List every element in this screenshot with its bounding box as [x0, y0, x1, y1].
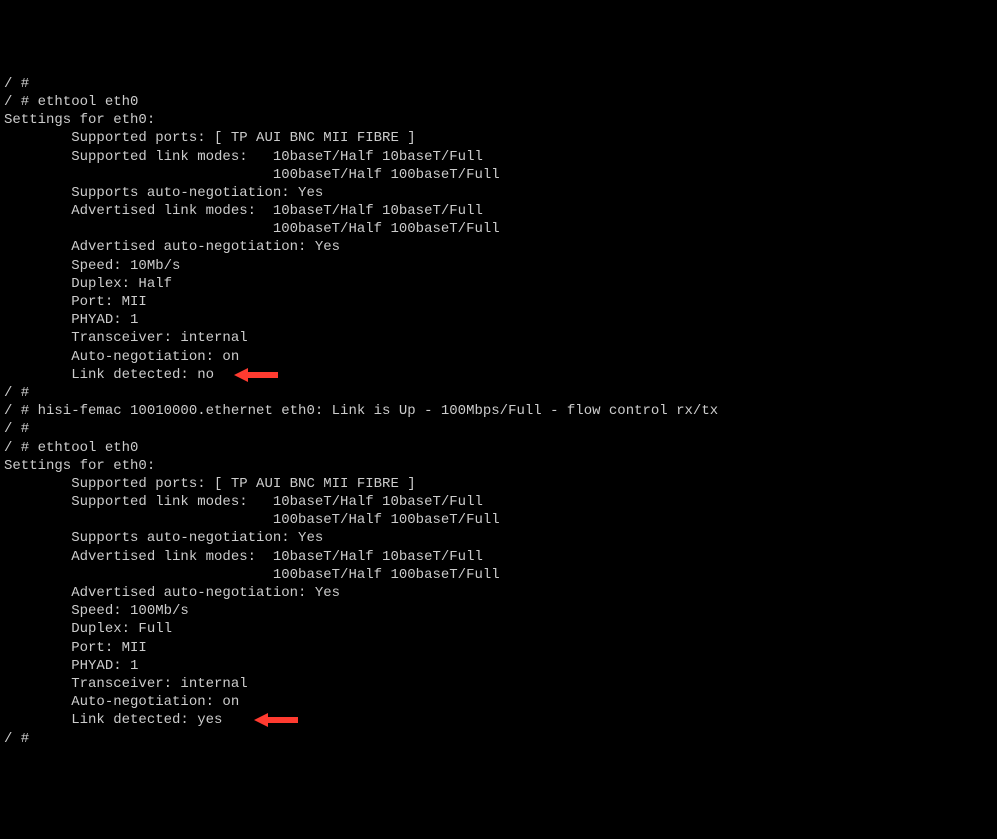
terminal-line: PHYAD: 1: [4, 311, 993, 329]
terminal-line: Transceiver: internal: [4, 675, 993, 693]
terminal-line: Settings for eth0:: [4, 457, 993, 475]
terminal-line: Link detected: no: [4, 366, 993, 384]
terminal-line: Advertised auto-negotiation: Yes: [4, 238, 993, 256]
terminal-line: / # ethtool eth0: [4, 439, 993, 457]
terminal-line: Supported link modes: 10baseT/Half 10bas…: [4, 493, 993, 511]
terminal-line: / #: [4, 75, 993, 93]
terminal-line: / #: [4, 420, 993, 438]
terminal-line: Supports auto-negotiation: Yes: [4, 184, 993, 202]
terminal-line: Supported ports: [ TP AUI BNC MII FIBRE …: [4, 475, 993, 493]
terminal-line: Transceiver: internal: [4, 329, 993, 347]
terminal-line: Auto-negotiation: on: [4, 348, 993, 366]
terminal-line: Port: MII: [4, 639, 993, 657]
terminal-line: PHYAD: 1: [4, 657, 993, 675]
terminal-line: Supported link modes: 10baseT/Half 10bas…: [4, 148, 993, 166]
terminal-line: / #: [4, 384, 993, 402]
terminal-line: Link detected: yes: [4, 711, 993, 729]
arrow-annotation-icon: [234, 368, 278, 382]
terminal-line: / # ethtool eth0: [4, 93, 993, 111]
terminal-line: Auto-negotiation: on: [4, 693, 993, 711]
terminal-line: Advertised link modes: 10baseT/Half 10ba…: [4, 202, 993, 220]
terminal-line: Advertised auto-negotiation: Yes: [4, 584, 993, 602]
terminal-line: / #: [4, 730, 993, 748]
terminal-output: / #/ # ethtool eth0Settings for eth0: Su…: [4, 75, 993, 748]
terminal-line: 100baseT/Half 100baseT/Full: [4, 566, 993, 584]
terminal-line: Advertised link modes: 10baseT/Half 10ba…: [4, 548, 993, 566]
terminal-line: Port: MII: [4, 293, 993, 311]
terminal-line: Duplex: Full: [4, 620, 993, 638]
terminal-line: 100baseT/Half 100baseT/Full: [4, 511, 993, 529]
terminal-line: / # hisi-femac 10010000.ethernet eth0: L…: [4, 402, 993, 420]
terminal-line: Duplex: Half: [4, 275, 993, 293]
terminal-line: 100baseT/Half 100baseT/Full: [4, 166, 993, 184]
terminal-line: Speed: 10Mb/s: [4, 257, 993, 275]
terminal-line: Supports auto-negotiation: Yes: [4, 529, 993, 547]
terminal-line: Speed: 100Mb/s: [4, 602, 993, 620]
terminal-line: 100baseT/Half 100baseT/Full: [4, 220, 993, 238]
terminal-line: Settings for eth0:: [4, 111, 993, 129]
arrow-annotation-icon: [254, 713, 298, 727]
terminal-line: Supported ports: [ TP AUI BNC MII FIBRE …: [4, 129, 993, 147]
